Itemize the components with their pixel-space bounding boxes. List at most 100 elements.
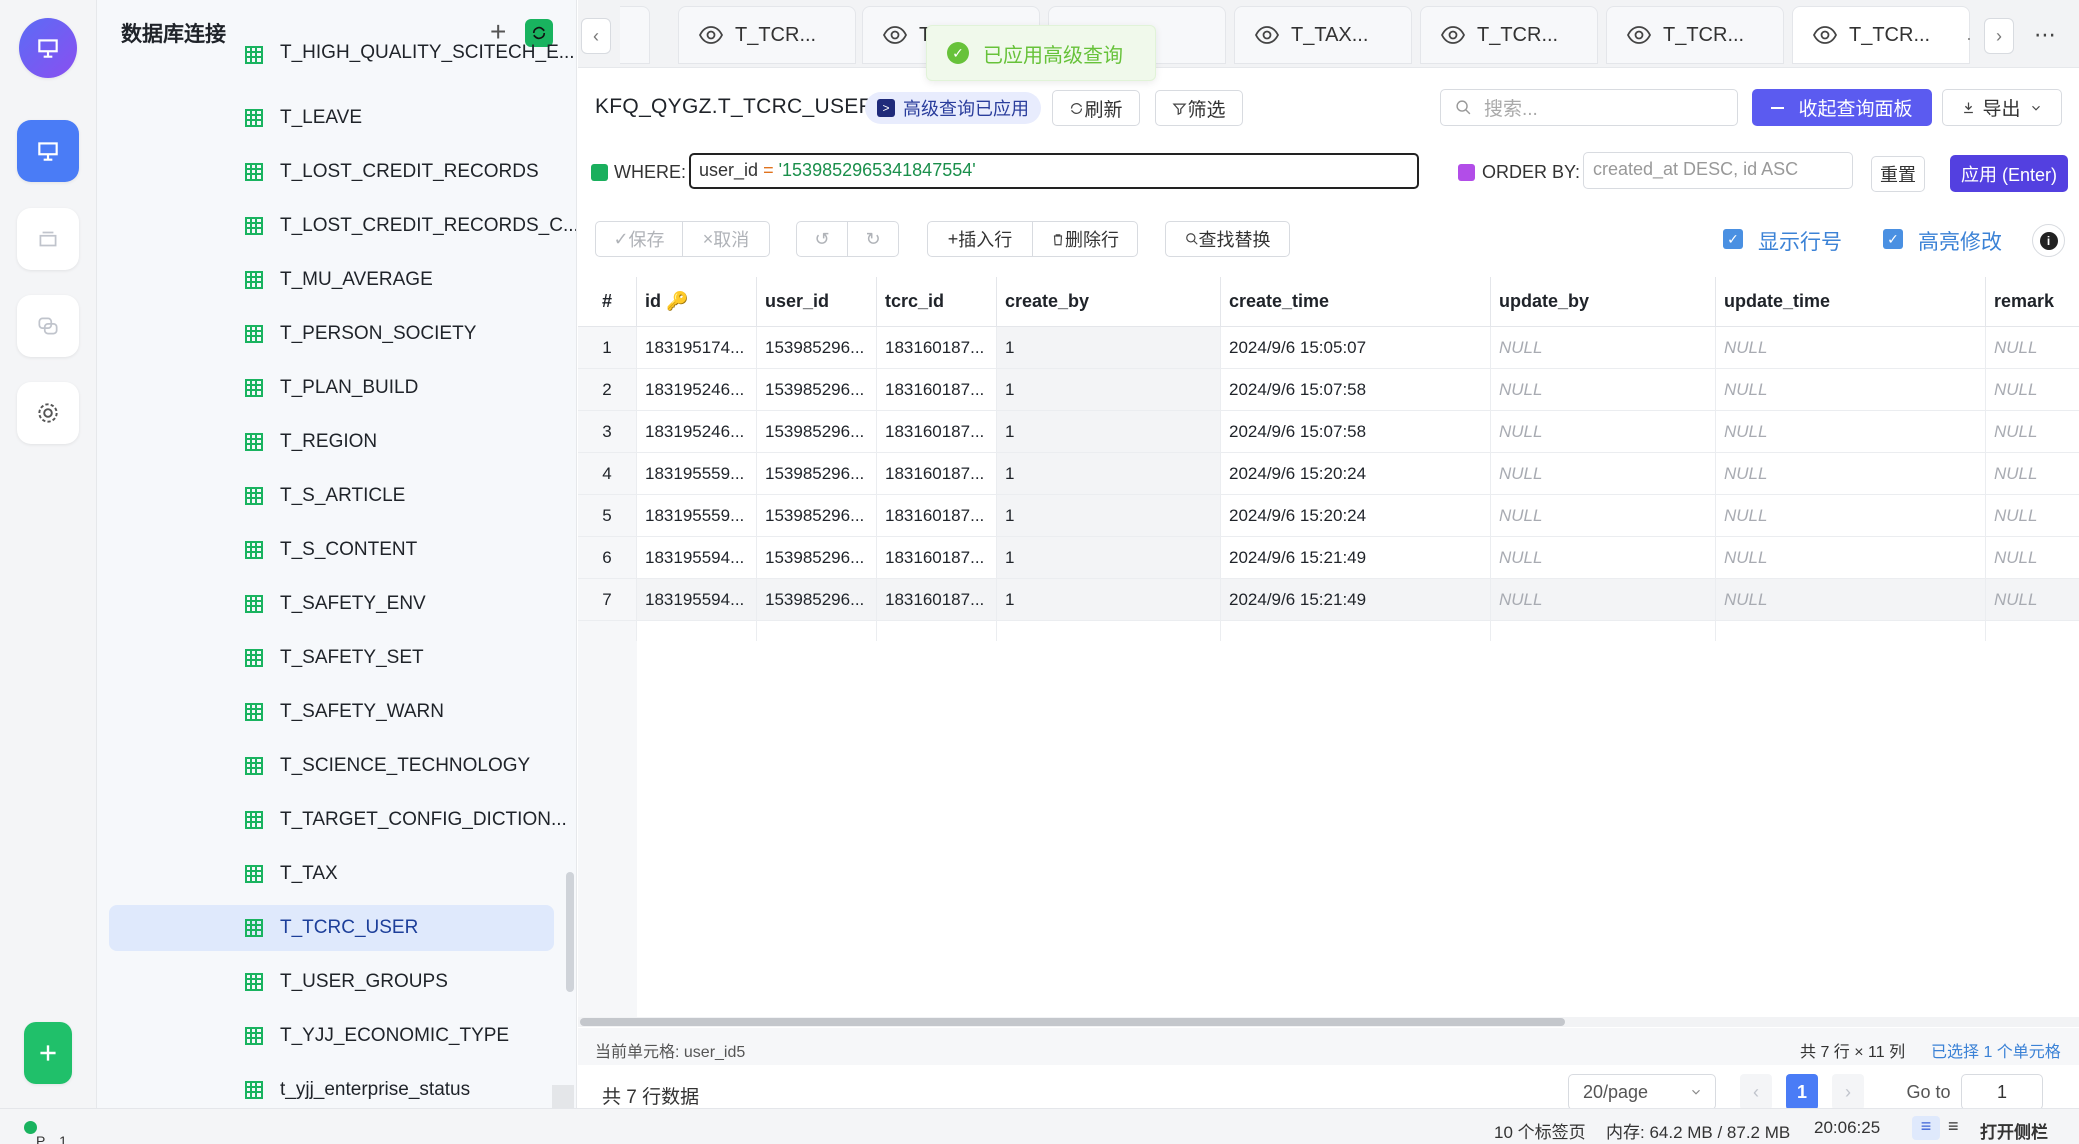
grid-cell[interactable]: 2024/9/6 15:21:49 [1221, 579, 1491, 621]
tree-item[interactable]: T_REGION [109, 419, 554, 465]
grid-cell[interactable]: 153985296... [757, 495, 877, 537]
column-header[interactable]: remark [1986, 277, 2079, 327]
tab-item[interactable]: T_TAX... [1234, 6, 1412, 64]
grid-cell[interactable]: 183195246... [637, 411, 757, 453]
grid-cell[interactable]: NULL [1491, 579, 1716, 621]
tab-item[interactable]: T_TCR... [1606, 6, 1784, 64]
refresh-button[interactable]: 刷新 [1052, 90, 1140, 126]
grid-cell[interactable]: NULL [1491, 411, 1716, 453]
where-clause-input[interactable]: user_id = '1539852965341847554' [689, 153, 1419, 189]
grid-cell[interactable]: NULL [1986, 453, 2079, 495]
undo-button[interactable]: ↺ [796, 221, 848, 257]
orderby-input[interactable]: created_at DESC, id ASC [1583, 152, 1853, 189]
collapse-query-panel-button[interactable]: 收起查询面板 [1752, 89, 1932, 126]
grid-cell[interactable]: NULL [1491, 453, 1716, 495]
delete-row-button[interactable]: 删除行 [1032, 221, 1138, 257]
tree-item[interactable]: T_HIGH_QUALITY_SCITECH_E... [109, 42, 575, 76]
rail-settings-button[interactable] [17, 382, 79, 444]
tab-item[interactable]: T_TCR... [1792, 6, 1970, 64]
tree-item[interactable]: T_TARGET_CONFIG_DICTION... [109, 797, 567, 843]
horizontal-scrollbar[interactable] [580, 1018, 1565, 1026]
filter-button[interactable]: 筛选 [1155, 90, 1243, 126]
page-1-button[interactable]: 1 [1786, 1074, 1818, 1110]
highlight-changes-checkbox[interactable]: ✓ [1883, 229, 1903, 249]
tree-item[interactable]: T_PLAN_BUILD [109, 365, 554, 411]
find-replace-button[interactable]: 查找替换 [1165, 221, 1290, 257]
grid-cell[interactable]: 183160187... [877, 327, 997, 369]
insert-row-button[interactable]: + 插入行 [927, 221, 1033, 257]
grid-cell[interactable]: 183195594... [637, 579, 757, 621]
rail-chat-button[interactable] [17, 295, 79, 357]
grid-cell[interactable]: 153985296... [757, 537, 877, 579]
show-row-numbers-checkbox[interactable]: ✓ [1723, 229, 1743, 249]
grid-cell[interactable]: NULL [1491, 327, 1716, 369]
tree-item[interactable]: T_USER_GROUPS [109, 959, 554, 1005]
grid-cell[interactable]: 183195559... [637, 453, 757, 495]
more-icon[interactable]: ⋯ [2034, 22, 2057, 48]
tree-item[interactable]: T_PERSON_SOCIETY [109, 311, 554, 357]
page-size-select[interactable]: 20/page [1568, 1074, 1716, 1110]
grid-cell[interactable]: NULL [1986, 369, 2079, 411]
tree-item[interactable]: T_SCIENCE_TECHNOLOGY [109, 743, 554, 789]
tree-item[interactable]: t_yjj_enterprise_status [109, 1067, 554, 1108]
highlight-changes-label[interactable]: 高亮修改 [1918, 226, 2002, 256]
reset-button[interactable]: 重置 [1871, 156, 1925, 192]
tab-next-button[interactable]: › [1984, 18, 2014, 54]
search-input[interactable]: 搜索... [1440, 89, 1738, 126]
grid-cell[interactable]: 183195174... [637, 327, 757, 369]
column-header[interactable]: update_time [1716, 277, 1986, 327]
info-button[interactable]: i [2032, 224, 2065, 257]
tree-item[interactable]: T_LEAVE [109, 95, 554, 141]
grid-cell[interactable]: 183160187... [877, 537, 997, 579]
prev-page-button[interactable]: ‹ [1740, 1074, 1772, 1110]
redo-button[interactable]: ↻ [847, 221, 899, 257]
rail-layers-button[interactable] [17, 208, 79, 270]
app-logo[interactable] [19, 18, 77, 78]
tab-item[interactable]: T_TCR... [678, 6, 856, 64]
grid-cell[interactable]: 153985296... [757, 453, 877, 495]
grid-cell[interactable]: 183195594... [637, 537, 757, 579]
tree-item[interactable]: T_YJJ_ECONOMIC_TYPE [109, 1013, 554, 1059]
save-button[interactable]: ✓ 保存 [595, 221, 683, 257]
grid-cell[interactable]: 153985296... [757, 369, 877, 411]
tree-item[interactable]: T_S_ARTICLE [109, 473, 554, 519]
grid-cell[interactable]: 1 [997, 453, 1221, 495]
new-connection-button[interactable] [24, 1022, 72, 1084]
goto-page-input[interactable]: 1 [1961, 1074, 2043, 1110]
apply-button[interactable]: 应用 (Enter) [1950, 155, 2068, 192]
grid-cell[interactable]: 183160187... [877, 453, 997, 495]
tree-item[interactable]: T_SAFETY_ENV [109, 581, 554, 627]
grid-cell[interactable]: 2024/9/6 15:07:58 [1221, 411, 1491, 453]
grid-cell[interactable]: NULL [1986, 495, 2079, 537]
grid-cell[interactable]: NULL [1986, 411, 2079, 453]
grid-cell[interactable]: 1 [997, 495, 1221, 537]
tree-item[interactable]: T_SAFETY_WARN [109, 689, 554, 735]
grid-cell[interactable]: 2024/9/6 15:05:07 [1221, 327, 1491, 369]
rail-explorer-button[interactable] [17, 120, 79, 182]
tree-item[interactable]: T_S_CONTENT [109, 527, 554, 573]
grid-cell[interactable]: 183160187... [877, 369, 997, 411]
list-view-icon[interactable]: ≡ [1912, 1116, 1940, 1140]
tab-item[interactable]: T_TCR... [1420, 6, 1598, 64]
grid-cell[interactable]: 2024/9/6 15:07:58 [1221, 369, 1491, 411]
grid-cell[interactable]: NULL [1716, 369, 1986, 411]
grid-cell[interactable]: 183195246... [637, 369, 757, 411]
grid-cell[interactable]: 1 [997, 537, 1221, 579]
column-header[interactable]: create_by [997, 277, 1221, 327]
next-page-button[interactable]: › [1832, 1074, 1864, 1110]
column-header[interactable]: # [578, 277, 637, 327]
grid-cell[interactable]: NULL [1986, 537, 2079, 579]
show-row-numbers-label[interactable]: 显示行号 [1758, 226, 1842, 256]
grid-cell[interactable]: NULL [1716, 579, 1986, 621]
export-dropdown[interactable]: 导出 [1942, 89, 2062, 126]
grid-cell[interactable]: NULL [1491, 369, 1716, 411]
grid-cell[interactable]: NULL [1716, 327, 1986, 369]
grid-cell[interactable]: 183160187... [877, 579, 997, 621]
grid-cell[interactable]: 183160187... [877, 495, 997, 537]
grid-cell[interactable]: 2024/9/6 15:20:24 [1221, 453, 1491, 495]
grid-cell[interactable]: 183160187... [877, 411, 997, 453]
column-header[interactable]: update_by [1491, 277, 1716, 327]
open-sidebar-label[interactable]: 打开侧栏 [1980, 1118, 2048, 1143]
tab-prev-button[interactable]: ‹ [581, 18, 611, 54]
column-header[interactable]: create_time [1221, 277, 1491, 327]
